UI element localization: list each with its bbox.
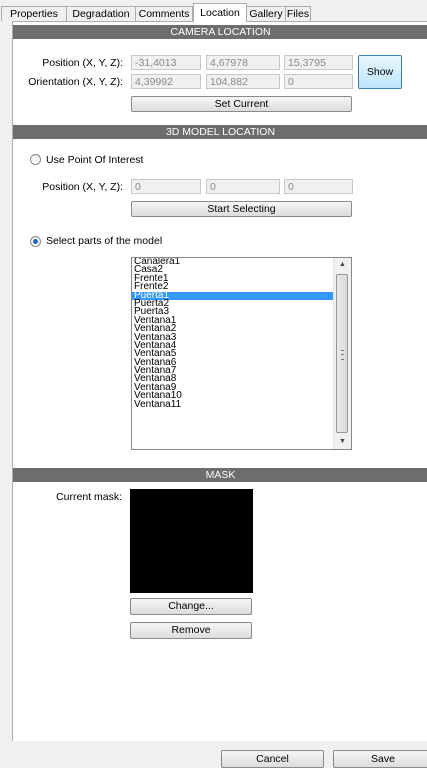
list-item[interactable]: Ventana11 xyxy=(132,399,337,409)
camera-position-y-field[interactable] xyxy=(206,55,280,70)
use-poi-radio[interactable] xyxy=(30,154,41,165)
scroll-down-arrow-icon[interactable]: ▼ xyxy=(334,435,351,449)
tab-properties[interactable]: Properties xyxy=(1,6,67,21)
camera-location-header: CAMERA LOCATION xyxy=(13,25,427,39)
poi-position-label: Position (X, Y, Z): xyxy=(42,181,123,193)
camera-position-label: Position (X, Y, Z): xyxy=(42,57,123,69)
list-scrollbar[interactable]: ▲ ▼ xyxy=(333,258,351,449)
model-location-header: 3D MODEL LOCATION xyxy=(13,125,427,139)
set-current-button[interactable]: Set Current xyxy=(131,96,352,112)
cancel-button[interactable]: Cancel xyxy=(221,750,324,768)
camera-position-x-field[interactable] xyxy=(131,55,201,70)
tab-files[interactable]: Files xyxy=(285,6,311,21)
camera-position-z-field[interactable] xyxy=(284,55,353,70)
tab-location[interactable]: Location xyxy=(193,3,247,22)
select-parts-label: Select parts of the model xyxy=(46,235,163,247)
save-button[interactable]: Save xyxy=(333,750,427,768)
mask-header: MASK xyxy=(13,468,427,482)
use-poi-label: Use Point Of Interest xyxy=(46,154,144,166)
remove-mask-button[interactable]: Remove xyxy=(130,622,252,639)
camera-orientation-y-field[interactable] xyxy=(206,74,280,89)
tab-degradation[interactable]: Degradation xyxy=(66,6,136,21)
tab-comments[interactable]: Comments xyxy=(135,6,193,21)
tab-strip: Properties Degradation Comments Location… xyxy=(0,0,427,22)
model-parts-list[interactable]: Canalera1 Casa2 Frente1 Frente2 Puerta1 Puert… xyxy=(131,257,352,450)
tab-gallery[interactable]: Gallery xyxy=(246,6,286,21)
camera-orientation-x-field[interactable] xyxy=(131,74,201,89)
camera-orientation-z-field[interactable] xyxy=(284,74,353,89)
select-parts-radio[interactable] xyxy=(30,236,41,247)
poi-position-z-field[interactable] xyxy=(284,179,353,194)
scroll-up-arrow-icon[interactable]: ▲ xyxy=(334,258,351,272)
poi-position-y-field[interactable] xyxy=(206,179,280,194)
grip-icon xyxy=(341,350,344,360)
poi-position-x-field[interactable] xyxy=(131,179,201,194)
show-button[interactable]: Show xyxy=(358,55,402,89)
mask-preview-image xyxy=(130,489,253,593)
camera-orientation-label: Orientation (X, Y, Z): xyxy=(28,76,123,88)
current-mask-label: Current mask: xyxy=(56,491,122,503)
location-panel: CAMERA LOCATION Position (X, Y, Z): Orie… xyxy=(12,21,427,741)
change-mask-button[interactable]: Change... xyxy=(130,598,252,615)
scrollbar-thumb[interactable] xyxy=(336,274,348,433)
model-parts-items: Canalera1 Casa2 Frente1 Frente2 Puerta1 Puert… xyxy=(132,258,351,409)
start-selecting-button[interactable]: Start Selecting xyxy=(131,201,352,217)
